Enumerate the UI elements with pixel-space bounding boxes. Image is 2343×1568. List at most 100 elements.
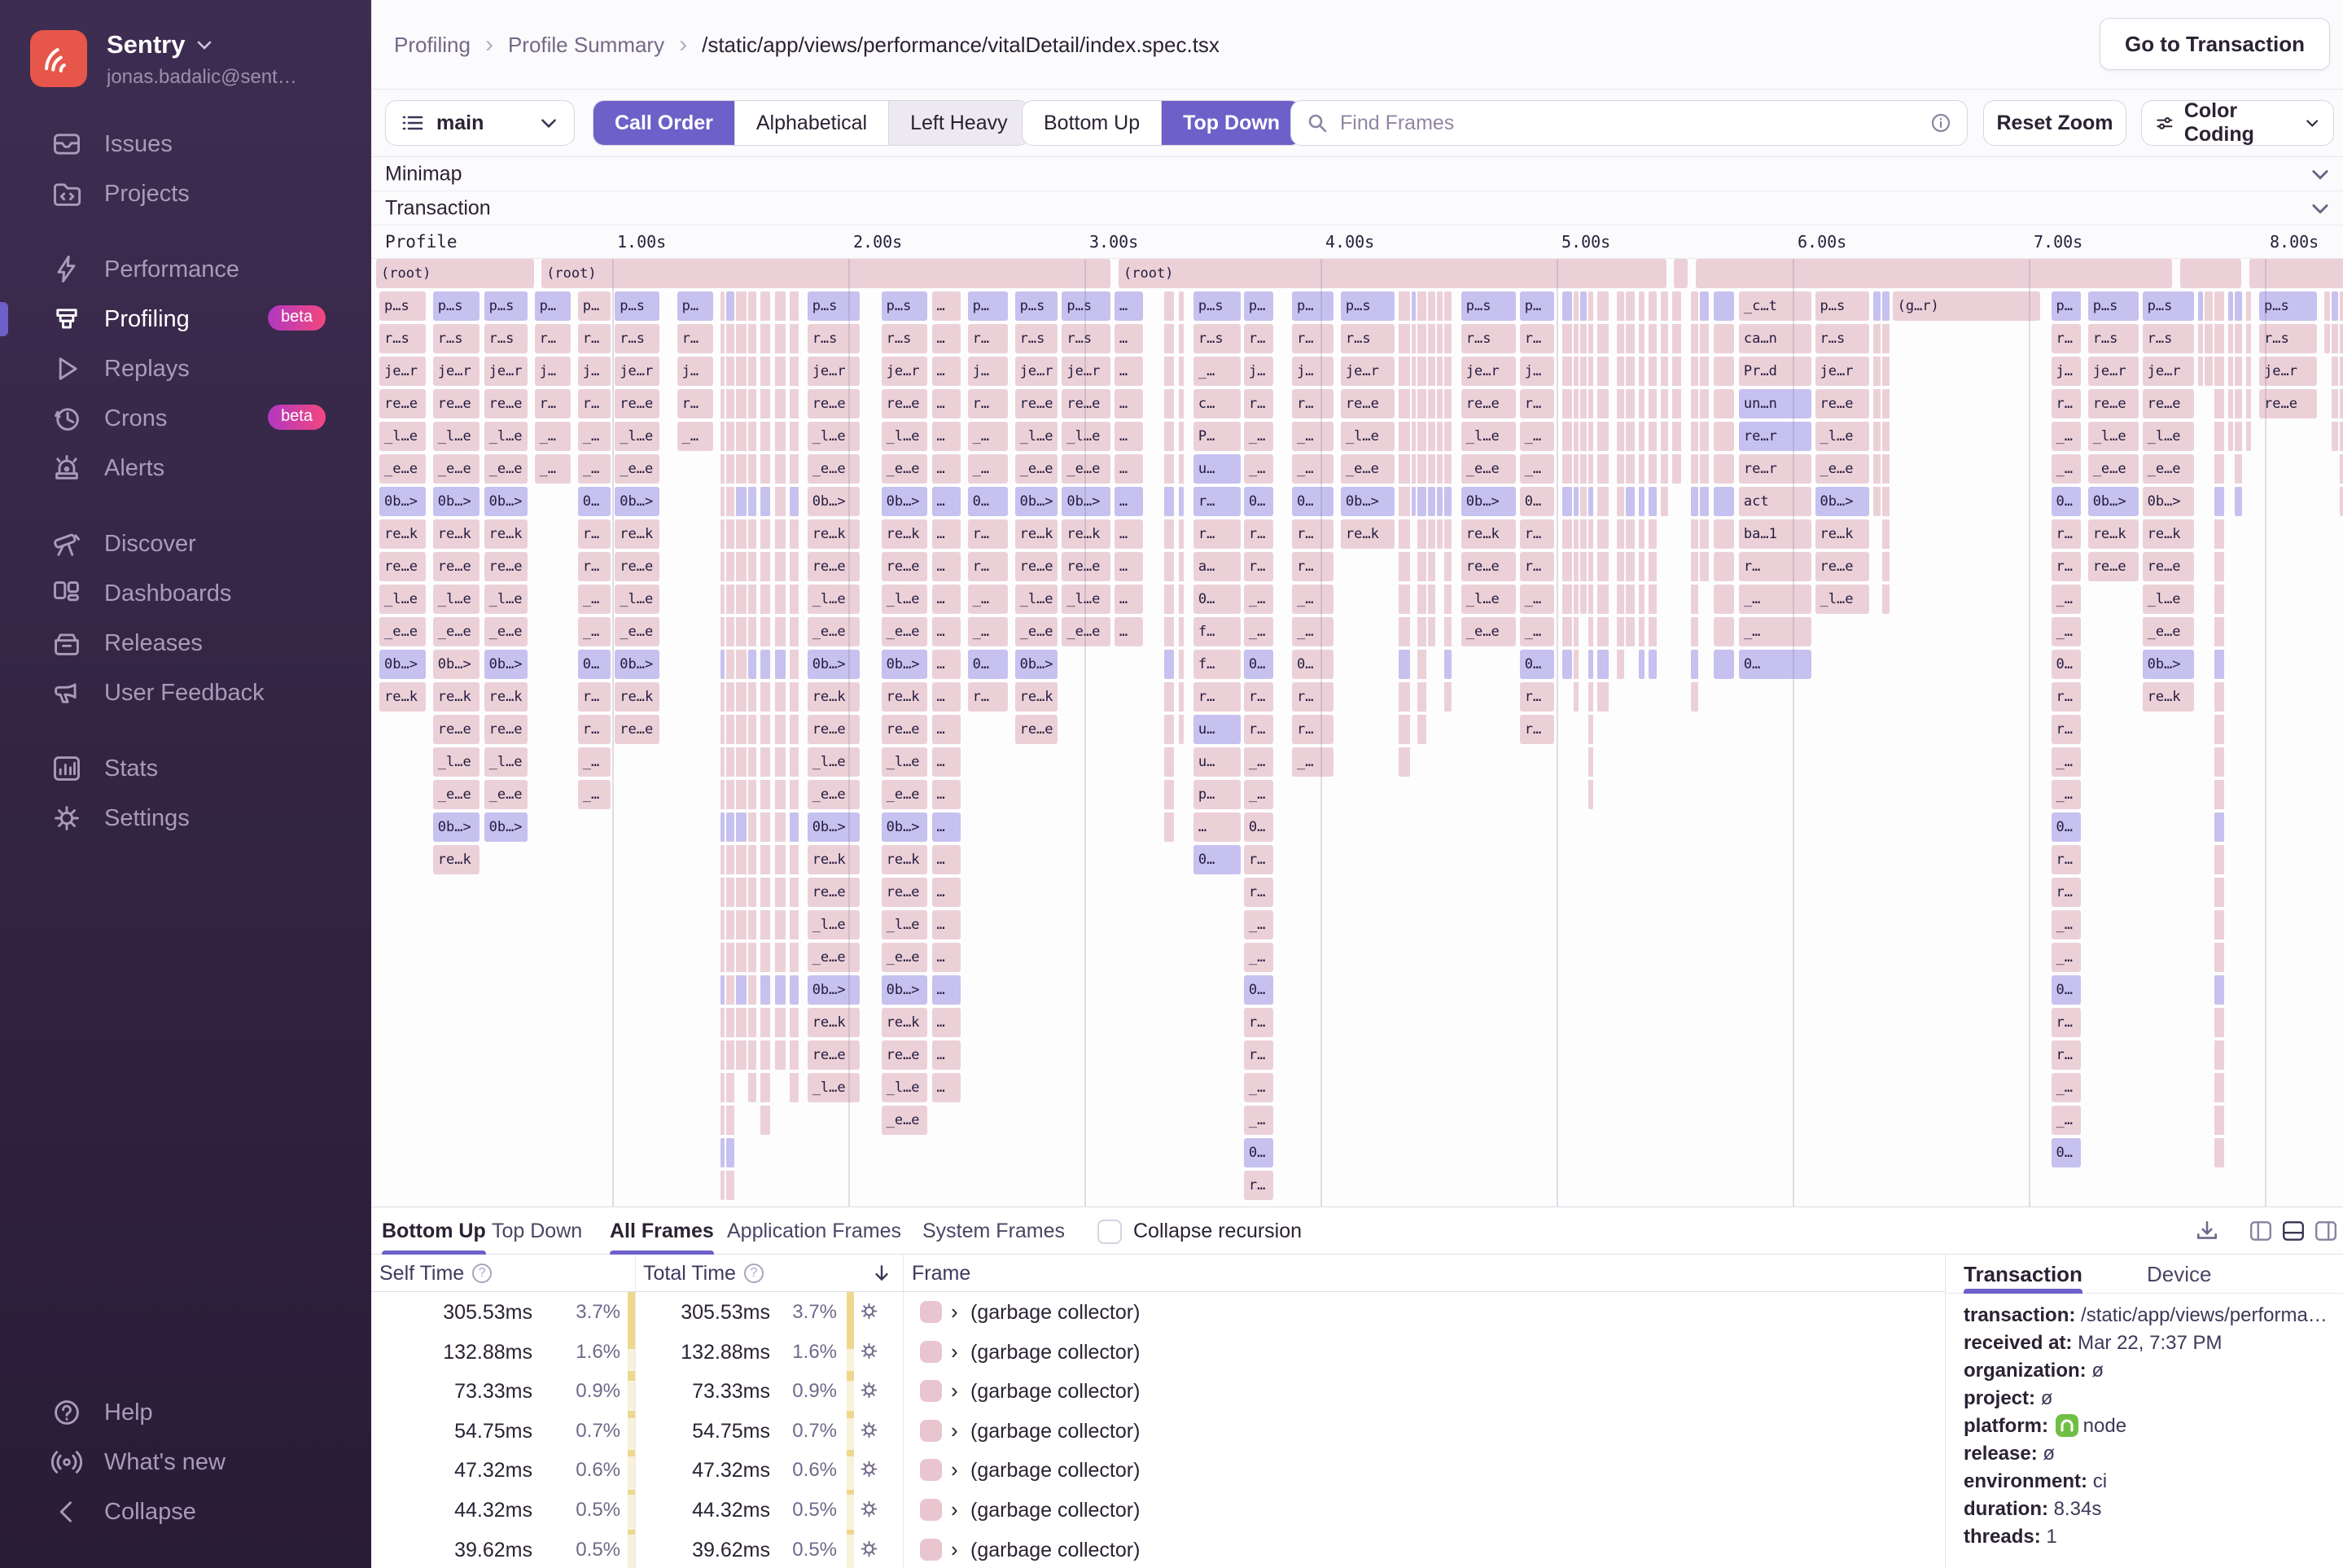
flame-frame[interactable]: 0b…> [2087, 487, 2139, 516]
flame-frame[interactable] [720, 975, 725, 1005]
flame-frame[interactable]: r… [577, 389, 611, 418]
flame-frame-stripe[interactable] [1417, 291, 1427, 744]
flame-frame-stripe[interactable] [2214, 291, 2224, 1167]
flame-frame[interactable] [1561, 291, 1572, 321]
flame-frame[interactable]: r… [1193, 682, 1241, 712]
flame-frame[interactable]: 0b…> [881, 812, 928, 842]
flame-frame[interactable]: _e…e [807, 617, 860, 646]
flame-frame[interactable]: re…e [807, 552, 860, 581]
flamegraph[interactable]: (root) (root) (root) _c…t ca…n Pr…d un…n re…r re… [376, 259, 2343, 1207]
flame-frame[interactable]: _e…e [615, 617, 660, 646]
flame-frame[interactable]: je…r [379, 357, 426, 386]
flame-frame[interactable]: r… [1243, 389, 1274, 418]
flame-frame[interactable]: re…e [1062, 389, 1110, 418]
flame-frame[interactable]: re…k [379, 682, 426, 712]
flame-frame[interactable]: _l…e [881, 585, 928, 614]
flame-frame[interactable]: _… [2051, 943, 2081, 972]
flame-frame[interactable]: r… [1292, 682, 1334, 712]
flame-frame[interactable]: j… [577, 357, 611, 386]
flame-frame[interactable]: r… [677, 324, 714, 353]
flame-frame[interactable]: j… [1519, 357, 1555, 386]
org-switcher[interactable]: Sentry jonas.badalic@sent… [30, 30, 297, 89]
flame-frame[interactable] [789, 975, 799, 1005]
flame-frame[interactable]: _l…e [615, 585, 660, 614]
flame-frame[interactable] [1690, 487, 1698, 516]
flame-frame[interactable] [1713, 454, 1734, 484]
table-row[interactable]: 39.62ms 0.5% 39.62ms 0.5% › (garbage collecto… [371, 1529, 1945, 1568]
flame-frame[interactable] [2235, 487, 2243, 516]
flame-frame[interactable]: _… [1519, 617, 1555, 646]
flame-frame[interactable]: _l…e [615, 422, 660, 451]
flame-frame[interactable]: re…e [881, 878, 928, 907]
flame-frame[interactable]: _… [2051, 910, 2081, 939]
sidebar-item-discover[interactable]: Discover [0, 520, 371, 567]
flame-frame[interactable]: re…k [432, 845, 480, 874]
flame-frame[interactable]: 0… [2051, 812, 2081, 842]
flame-frame[interactable]: … [931, 552, 961, 581]
flame-frame[interactable]: … [1114, 357, 1144, 386]
flame-frame[interactable]: … [931, 910, 961, 939]
flame-frame[interactable]: _e…e [2142, 454, 2194, 484]
sidebar-item-projects[interactable]: Projects [0, 170, 371, 217]
flame-frame[interactable]: 0… [1243, 1138, 1274, 1167]
flame-frame[interactable]: _… [1292, 422, 1334, 451]
flame-frame[interactable]: je…r [615, 357, 660, 386]
flame-frame[interactable]: r…s [1014, 324, 1058, 353]
flame-frame[interactable]: p…s [1815, 291, 1869, 321]
flame-frame[interactable]: 0b…> [807, 812, 860, 842]
flame-frame[interactable]: r… [2051, 324, 2081, 353]
flame-frame[interactable]: re…e [432, 715, 480, 744]
flame-frame[interactable]: p…s [1461, 291, 1516, 321]
flame-frame[interactable] [1699, 291, 1710, 321]
flame-frame[interactable]: … [1114, 617, 1144, 646]
flame-frame[interactable]: 0b…> [379, 487, 426, 516]
flame-frame[interactable]: r… [967, 519, 1008, 549]
flame-frame[interactable]: _e…e [881, 617, 928, 646]
flame-frame[interactable]: _e…e [881, 943, 928, 972]
flame-frame[interactable]: re…e [807, 715, 860, 744]
frame-settings-gear-icon[interactable] [858, 1458, 880, 1486]
flame-frame[interactable] [1638, 487, 1644, 516]
flame-frame[interactable]: r… [1519, 552, 1555, 581]
flame-frame[interactable] [1588, 487, 1594, 516]
flame-frame[interactable] [2249, 259, 2343, 288]
flame-frame[interactable] [1626, 487, 1635, 516]
flame-frame[interactable]: r…s [615, 324, 660, 353]
table-row[interactable]: 54.75ms 0.7% 54.75ms 0.7% › (garbage collecto… [371, 1410, 1945, 1451]
flame-frame[interactable]: _e…e [1014, 617, 1058, 646]
flame-frame[interactable]: _… [2051, 617, 2081, 646]
thread-selector[interactable]: main [385, 100, 575, 146]
flame-frame[interactable] [1699, 487, 1710, 516]
flame-frame[interactable]: 0b…> [1014, 487, 1058, 516]
flame-frame[interactable]: re…k [1340, 519, 1395, 549]
flame-frame[interactable]: r…s [1461, 324, 1516, 353]
flame-frame[interactable]: (root) [376, 259, 534, 288]
flame-frame-stripe[interactable] [1626, 291, 1635, 646]
flame-frame[interactable]: r… [1193, 487, 1241, 516]
flame-frame[interactable]: _l…e [484, 422, 528, 451]
flame-frame[interactable]: _l…e [379, 585, 426, 614]
flame-frame[interactable]: _… [967, 617, 1008, 646]
flame-frame[interactable]: r… [1519, 715, 1555, 744]
flame-frame[interactable]: … [931, 812, 961, 842]
expand-chevron-icon[interactable]: › [951, 1497, 958, 1522]
flame-frame[interactable]: _… [2051, 422, 2081, 451]
flame-frame-stripe[interactable] [1561, 291, 1572, 679]
flame-frame[interactable]: _e…e [807, 943, 860, 972]
sort-alphabetical[interactable]: Alphabetical [735, 101, 890, 145]
flame-frame[interactable]: _l…e [1014, 585, 1058, 614]
flame-frame[interactable]: 0… [2051, 650, 2081, 679]
flame-frame[interactable]: 0b…> [484, 487, 528, 516]
flame-frame[interactable]: … [931, 389, 961, 418]
flame-frame[interactable]: p…s [484, 291, 528, 321]
flame-frame[interactable] [1588, 650, 1594, 679]
flame-frame[interactable]: _l…e [881, 422, 928, 451]
flame-frame[interactable] [2214, 487, 2224, 516]
flame-frame[interactable]: _l…e [432, 585, 480, 614]
flame-frame[interactable]: … [931, 845, 961, 874]
flame-frame[interactable]: _l…e [2142, 422, 2194, 451]
flame-frame[interactable]: je…r [807, 357, 860, 386]
flame-frame[interactable]: r… [1243, 715, 1274, 744]
flame-frame[interactable]: _… [577, 780, 611, 809]
flame-frame[interactable]: re…e [1815, 389, 1869, 418]
